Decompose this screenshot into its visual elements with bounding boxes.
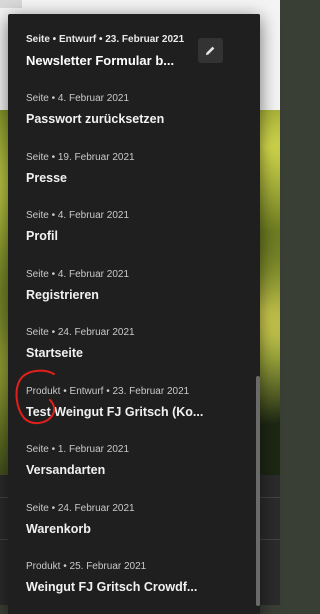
item-title: Newsletter Formular b... [26,53,175,68]
list-item[interactable]: Seite • 19. Februar 2021 Presse [8,152,256,210]
edit-button[interactable] [198,38,223,63]
item-meta: Seite • Entwurf • 23. Februar 2021 [26,34,185,45]
item-title: Startseite [26,346,83,360]
list-item[interactable]: Seite • 4. Februar 2021 Profil [8,210,256,268]
item-meta: Seite • 4. Februar 2021 [26,210,130,221]
background-fragment [0,0,22,8]
item-title: Registrieren [26,288,99,302]
item-meta: Produkt • Entwurf • 23. Februar 2021 [26,386,190,397]
list-item[interactable]: Seite • 4. Februar 2021 Passwort zurücks… [8,93,256,151]
item-meta: Seite • 4. Februar 2021 [26,269,130,280]
item-title: Presse [26,171,68,185]
item-title: Weingut FJ Gritsch Crowdf... [26,580,198,594]
item-title: Versandarten [26,463,106,477]
item-title: Test Weingut FJ Gritsch (Ko... [26,405,204,419]
scrollbar-track[interactable] [256,14,260,614]
item-title: Passwort zurücksetzen [26,112,165,126]
item-title: Profil [26,229,58,243]
list-item[interactable]: Seite • 1. Februar 2021 Versandarten [8,444,256,502]
link-suggestions-dropdown: Seite • Entwurf • 23. Februar 2021 Newsl… [8,14,260,614]
list-item[interactable]: Seite • 24. Februar 2021 Warenkorb [8,503,256,561]
item-meta: Seite • 24. Februar 2021 [26,327,135,338]
item-meta: Seite • 19. Februar 2021 [26,152,135,163]
item-meta: Seite • 1. Februar 2021 [26,444,130,455]
pencil-icon [205,46,215,56]
item-meta: Produkt • 25. Februar 2021 [26,561,147,572]
item-title: Warenkorb [26,522,91,536]
scrollbar-thumb[interactable] [256,376,260,606]
list-item[interactable]: Seite • 24. Februar 2021 Startseite [8,327,256,385]
item-meta: Seite • 4. Februar 2021 [26,93,130,104]
list-item[interactable]: Produkt • Entwurf • 23. Februar 2021 Tes… [8,386,256,444]
list-item[interactable]: Seite • 4. Februar 2021 Registrieren [8,269,256,327]
item-meta: Seite • 24. Februar 2021 [26,503,135,514]
list-item[interactable]: Produkt • 25. Februar 2021 Weingut FJ Gr… [8,561,256,614]
